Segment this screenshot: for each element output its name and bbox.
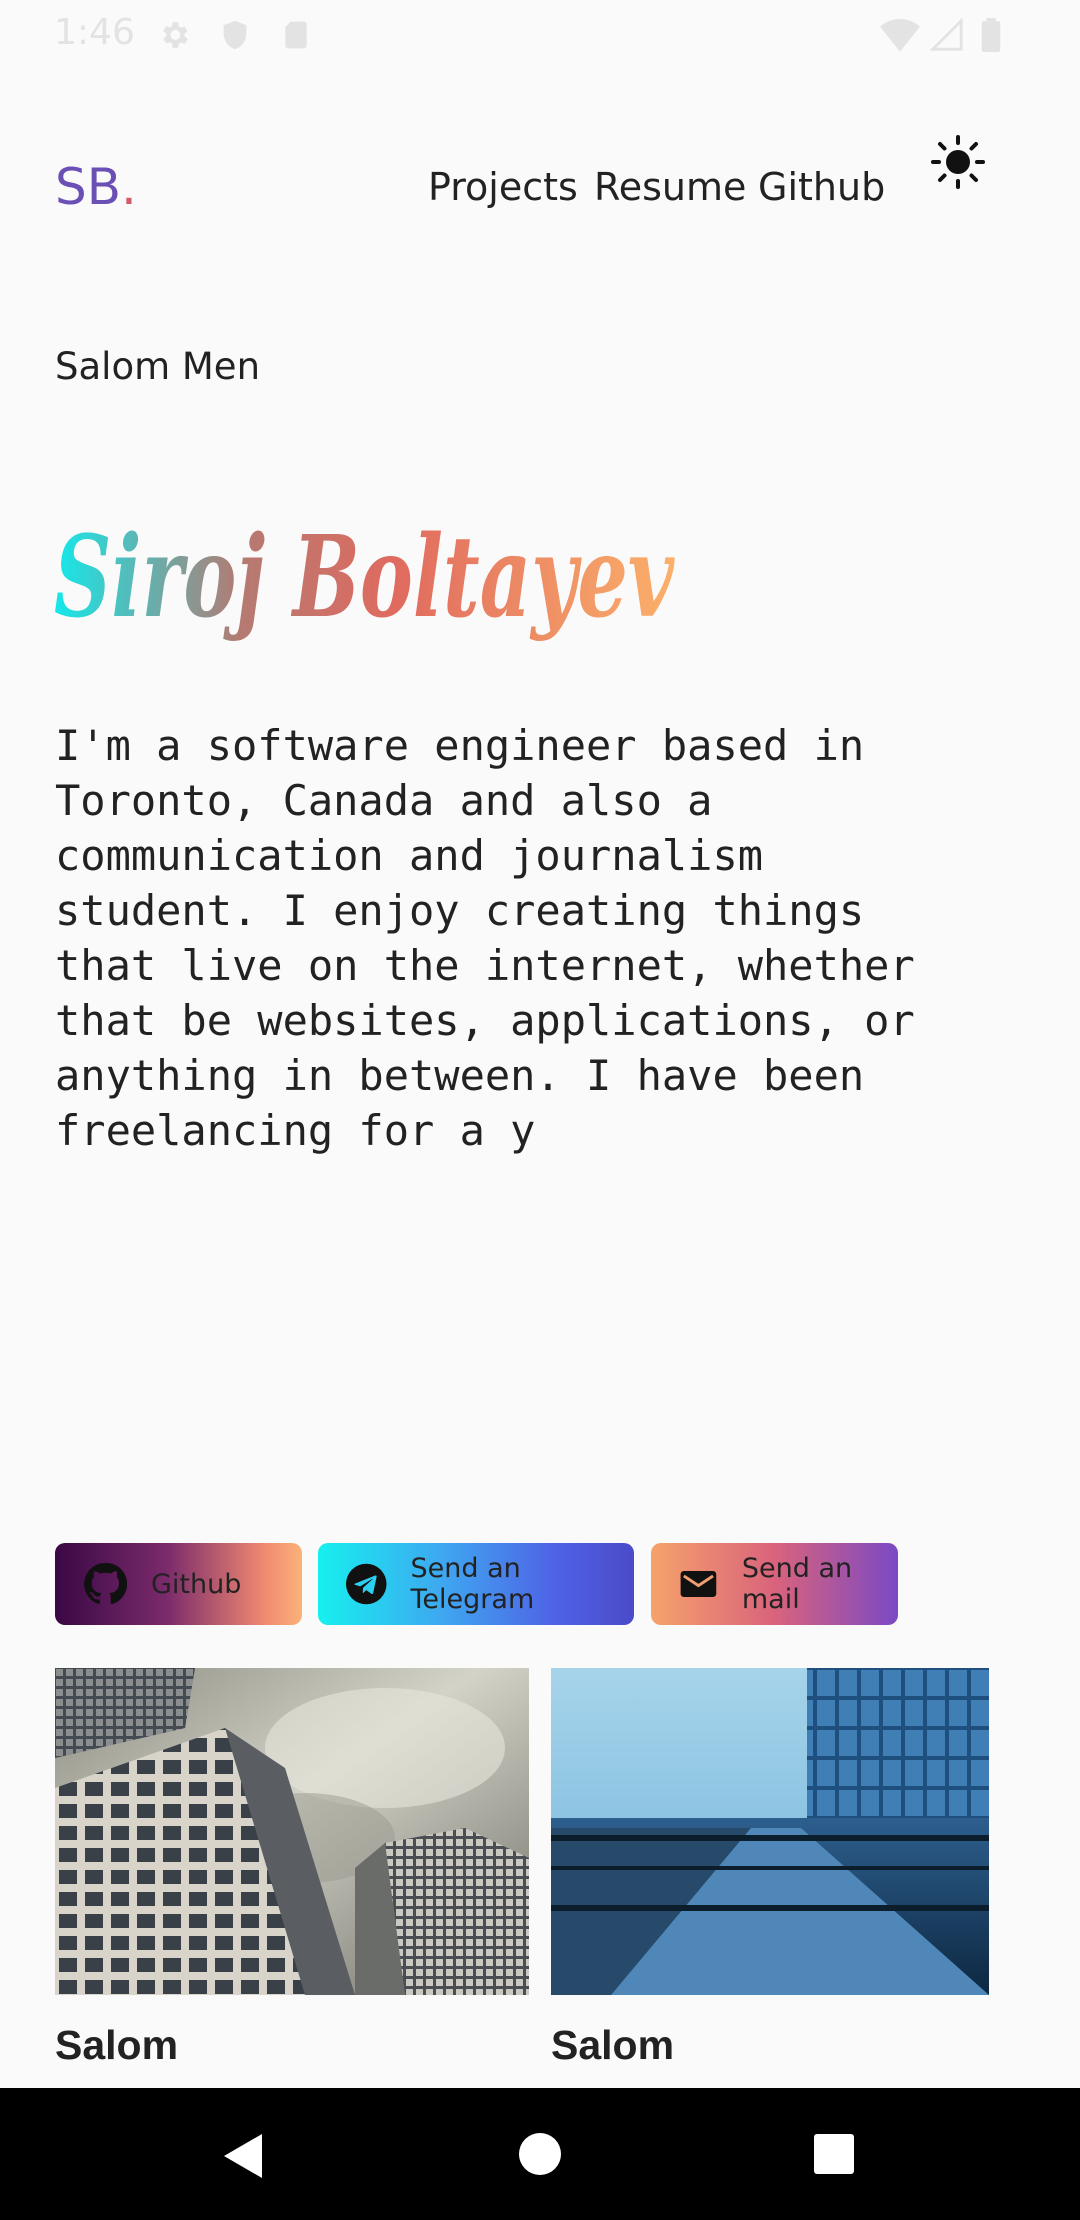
- mail-icon: [680, 1571, 717, 1597]
- sd-card-icon: [285, 21, 307, 49]
- telegram-button[interactable]: Send an Telegram: [318, 1543, 634, 1625]
- card-title-1: Salom: [55, 2022, 179, 2068]
- logo[interactable]: SB.: [55, 158, 137, 216]
- status-time: 1:46: [54, 12, 135, 53]
- recents-icon[interactable]: [812, 2132, 856, 2176]
- hero-name: Siroj Boltayev: [54, 512, 675, 643]
- mail-button[interactable]: Send an mail: [651, 1543, 898, 1625]
- shield-icon: [223, 20, 247, 50]
- building-image: [551, 1668, 989, 1995]
- nav-github[interactable]: Github: [758, 165, 885, 209]
- status-bar: 1:46: [0, 0, 1080, 66]
- battery-icon: [981, 18, 1001, 52]
- github-button-label: Github: [151, 1568, 242, 1600]
- sun-icon[interactable]: [930, 134, 986, 190]
- nav-resume[interactable]: Resume: [594, 165, 746, 209]
- logo-text: SB: [55, 158, 122, 216]
- telegram-button-label: Send an Telegram: [410, 1553, 535, 1615]
- card-title-2: Salom: [551, 2022, 675, 2068]
- building-image: [55, 1668, 529, 1995]
- mail-button-label: Send an mail: [741, 1553, 853, 1615]
- telegram-icon: [346, 1563, 387, 1605]
- project-image-2[interactable]: [551, 1668, 989, 1995]
- project-image-1[interactable]: [55, 1668, 529, 1995]
- nav-projects[interactable]: Projects: [428, 165, 578, 209]
- github-icon: [84, 1562, 127, 1605]
- hero-name-text: Siroj Boltayev: [54, 512, 675, 643]
- subtitle: Salom Men: [55, 345, 261, 388]
- bio-text: I'm a software engineer based in Toronto…: [55, 721, 915, 1155]
- home-icon[interactable]: [518, 2132, 562, 2176]
- logo-dot: .: [121, 158, 137, 216]
- signal-icon: [930, 18, 963, 51]
- back-icon[interactable]: [222, 2132, 266, 2180]
- github-button[interactable]: Github: [55, 1543, 302, 1625]
- settings-icon: [163, 22, 188, 48]
- system-nav-bar: [0, 2088, 1080, 2220]
- wifi-icon: [880, 19, 920, 52]
